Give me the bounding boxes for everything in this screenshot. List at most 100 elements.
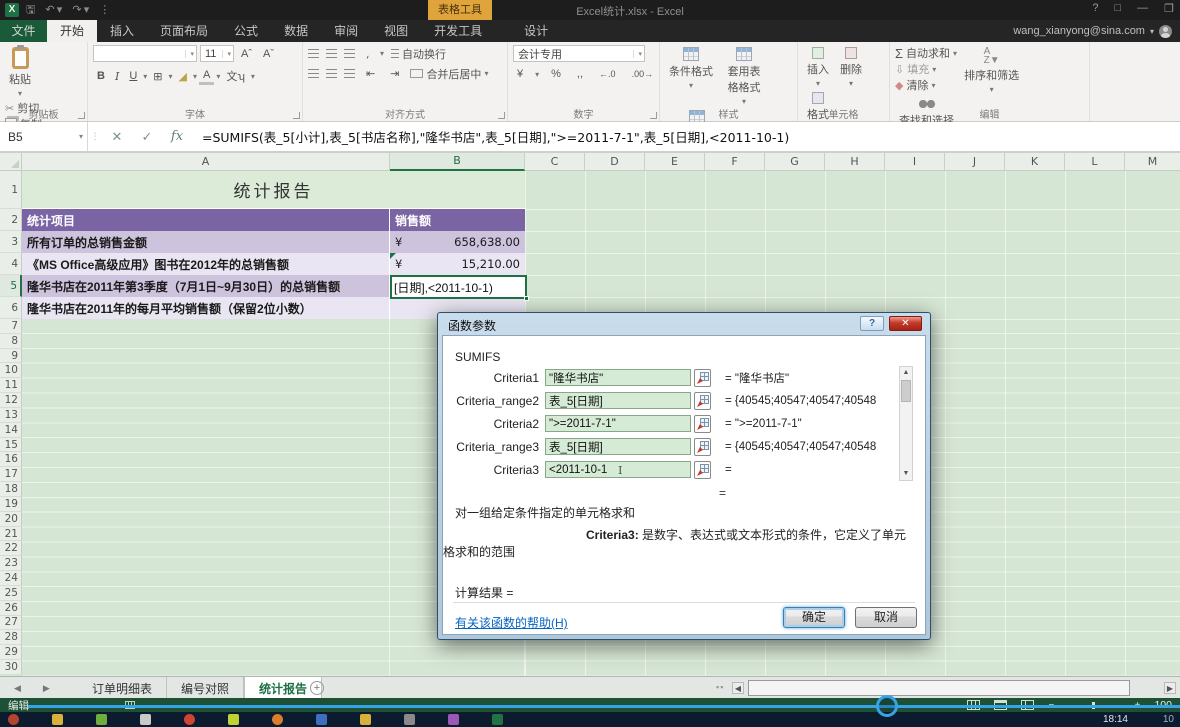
row-header[interactable]: 3: [0, 231, 22, 253]
dialog-close-button[interactable]: ✕: [889, 316, 922, 331]
ribbon-tab[interactable]: 审阅: [321, 20, 371, 42]
paste-button[interactable]: 粘贴▾: [5, 45, 35, 100]
font-size-combo[interactable]: 11▾: [200, 45, 234, 62]
table-row[interactable]: 《MS Office高级应用》图书在2012年的总销售额 ¥15,210.00: [22, 253, 525, 275]
taskbar-app-icon[interactable]: [8, 714, 19, 725]
column-header[interactable]: I: [885, 153, 945, 171]
autosum-button[interactable]: Σ自动求和▾: [895, 45, 957, 61]
font-name-combo[interactable]: ▾: [93, 45, 197, 62]
tab-scroll-splitter[interactable]: ▪▪: [716, 682, 724, 692]
redo-icon[interactable]: ↷ ▾: [72, 2, 89, 18]
insert-function-icon[interactable]: fx: [162, 122, 192, 151]
wrap-text-button[interactable]: 自动换行: [391, 46, 446, 62]
orientation-button[interactable]: ⸲: [362, 45, 373, 62]
dialog-launcher-icon[interactable]: [650, 112, 657, 119]
undo-icon[interactable]: ↶ ▾: [45, 2, 62, 18]
delete-cells-button[interactable]: 删除▾: [836, 45, 866, 90]
sort-filter-button[interactable]: AZ▼ 排序和筛选▾: [960, 45, 1023, 96]
format-as-table-button[interactable]: 套用表格格式▾: [720, 45, 768, 108]
decrease-decimal-button[interactable]: .00→: [628, 68, 658, 80]
column-header[interactable]: J: [945, 153, 1005, 171]
function-arguments-dialog[interactable]: 函数参数 ? ✕ SUMIFS Criteria1 "隆华书店" = "隆华书店…: [437, 312, 931, 640]
ribbon-tab[interactable]: 视图: [371, 20, 421, 42]
scroll-down-icon[interactable]: ▼: [900, 468, 912, 480]
column-header[interactable]: K: [1005, 153, 1065, 171]
scroll-left-icon[interactable]: ◀: [732, 682, 744, 694]
ribbon-tab[interactable]: 开始: [47, 20, 97, 42]
select-all-corner[interactable]: [0, 153, 22, 171]
clear-button[interactable]: ◆清除▾: [895, 77, 957, 93]
sheet-tab[interactable]: 编号对照: [167, 677, 244, 699]
align-center-icon[interactable]: [326, 69, 337, 78]
ribbon-tab[interactable]: 数据: [271, 20, 321, 42]
ribbon-options-icon[interactable]: □: [1114, 2, 1121, 15]
sheet-tab[interactable]: 订单明细表: [78, 677, 167, 699]
ribbon-tab[interactable]: 公式: [221, 20, 271, 42]
scroll-thumb[interactable]: [901, 380, 911, 402]
column-header[interactable]: H: [825, 153, 885, 171]
shrink-font-button[interactable]: Aˇ: [259, 47, 278, 61]
row-header[interactable]: 8: [0, 334, 22, 349]
scroll-right-icon[interactable]: ▶: [1164, 682, 1176, 694]
table-row[interactable]: 所有订单的总销售金额 ¥658,638.00: [22, 231, 525, 253]
formula-bar-splitter[interactable]: ⋮: [88, 122, 102, 151]
row-header[interactable]: 18: [0, 482, 22, 497]
row-header[interactable]: 11: [0, 378, 22, 393]
taskbar-app-icon[interactable]: [52, 714, 63, 725]
row-header[interactable]: 1: [0, 171, 22, 209]
taskbar-app-icon[interactable]: [316, 714, 327, 725]
ribbon-tab[interactable]: 页面布局: [147, 20, 221, 42]
tab-file[interactable]: 文件: [0, 20, 47, 42]
column-header[interactable]: A: [22, 153, 390, 171]
parameter-input[interactable]: <2011-10-1: [545, 461, 691, 478]
row-header[interactable]: 24: [0, 571, 22, 586]
dialog-help-button[interactable]: ?: [860, 316, 884, 331]
parameter-input[interactable]: 表_5[日期]: [545, 438, 691, 455]
dialog-launcher-icon[interactable]: [78, 112, 85, 119]
column-header[interactable]: D: [585, 153, 645, 171]
row-header[interactable]: 7: [0, 319, 22, 334]
taskbar-app-icon[interactable]: [272, 714, 283, 725]
qat-more-icon[interactable]: ⋮: [99, 2, 110, 18]
row-header[interactable]: 13: [0, 408, 22, 423]
taskbar-app-icon[interactable]: [360, 714, 371, 725]
save-icon[interactable]: 🖫: [26, 2, 35, 18]
increase-decimal-button[interactable]: ←.0: [595, 68, 620, 80]
phonetic-button[interactable]: 文ʮ: [222, 67, 249, 85]
function-help-link[interactable]: 有关该函数的帮助(H): [455, 614, 568, 631]
column-header[interactable]: L: [1065, 153, 1125, 171]
dialog-scrollbar[interactable]: ▲ ▼: [899, 366, 913, 481]
new-sheet-button[interactable]: +: [310, 681, 324, 695]
fill-handle[interactable]: [524, 296, 529, 301]
percent-button[interactable]: %: [547, 67, 565, 81]
row-header[interactable]: 9: [0, 349, 22, 364]
row-header[interactable]: 5: [0, 275, 22, 297]
restore-icon[interactable]: ❐: [1164, 2, 1174, 15]
enter-entry-icon[interactable]: ✓: [132, 122, 162, 151]
taskbar-app-icon[interactable]: [96, 714, 107, 725]
row-header[interactable]: 6: [0, 297, 22, 319]
range-picker-button[interactable]: [694, 438, 711, 456]
taskbar-app-icon[interactable]: [492, 714, 503, 725]
row-header[interactable]: 10: [0, 363, 22, 378]
ribbon-tab[interactable]: 插入: [97, 20, 147, 42]
video-progress-bar[interactable]: [28, 705, 1180, 708]
dialog-launcher-icon[interactable]: [293, 112, 300, 119]
table-header-row[interactable]: 统计项目 销售额: [22, 209, 525, 231]
row-header[interactable]: 28: [0, 630, 22, 645]
number-format-combo[interactable]: 会计专用▾: [513, 45, 645, 62]
align-left-icon[interactable]: [308, 69, 319, 78]
row-header[interactable]: 29: [0, 645, 22, 660]
column-header[interactable]: F: [705, 153, 765, 171]
column-header[interactable]: C: [525, 153, 585, 171]
row-header[interactable]: 23: [0, 556, 22, 571]
parameter-input[interactable]: "隆华书店": [545, 369, 691, 386]
column-header[interactable]: E: [645, 153, 705, 171]
range-picker-button[interactable]: [694, 415, 711, 433]
horizontal-scroll-thumb[interactable]: [748, 680, 1130, 696]
row-header[interactable]: 12: [0, 393, 22, 408]
fill-color-button[interactable]: ◢: [175, 69, 191, 84]
decrease-indent-icon[interactable]: ⇤: [362, 66, 379, 81]
parameter-input[interactable]: 表_5[日期]: [545, 392, 691, 409]
fill-button[interactable]: ⇩填充▾: [895, 61, 957, 77]
